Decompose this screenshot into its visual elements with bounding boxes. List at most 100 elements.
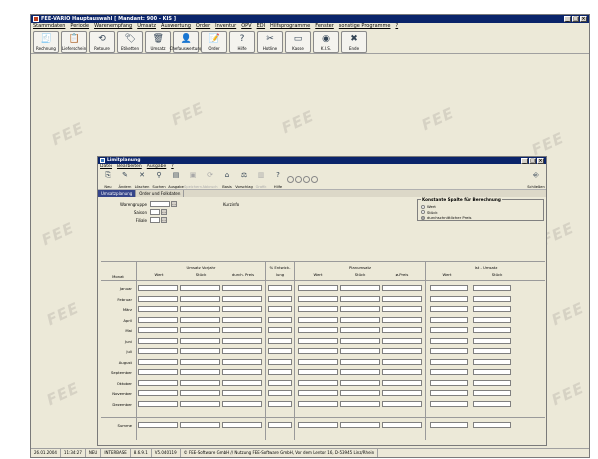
month-juli-cell[interactable] (340, 348, 380, 354)
hilfe-button[interactable]: ? Hilfe (270, 171, 286, 189)
month-dezember-cell[interactable] (382, 400, 422, 407)
month-august-cell[interactable] (298, 358, 338, 365)
month-november-cell[interactable] (340, 390, 380, 396)
menu-[interactable]: ? (395, 23, 398, 30)
month-marz-cell[interactable] (298, 306, 338, 312)
month-juni-cell[interactable] (473, 337, 511, 344)
sum-cell[interactable] (268, 422, 292, 428)
month-november-cell[interactable] (430, 390, 468, 396)
menu-order[interactable]: Order (196, 23, 210, 30)
sum-cell[interactable] (473, 422, 511, 428)
month-januar-cell[interactable] (268, 285, 292, 291)
month-september-cell[interactable] (222, 369, 262, 375)
month-dezember-cell[interactable] (430, 400, 468, 407)
menu-hilfsprogramme[interactable]: Hilfsprogramme (270, 23, 310, 30)
retoure-button[interactable]: ⟲ Retoure (89, 31, 115, 53)
tab-umsatzplanung[interactable]: Umsatzplanung (98, 190, 137, 197)
child-minimize-button[interactable]: _ (521, 157, 528, 164)
month-november-cell[interactable] (473, 390, 511, 396)
month-august-cell[interactable] (180, 358, 220, 365)
month-mai-cell[interactable] (298, 327, 338, 333)
month-juni-cell[interactable] (268, 337, 292, 344)
menu-sonstige-programme[interactable]: sonstige Programme (339, 23, 391, 30)
month-juni-cell[interactable] (340, 337, 380, 344)
andern-button[interactable]: ✎ Ändern (117, 171, 133, 189)
sum-cell[interactable] (180, 422, 220, 428)
month-oktober-cell[interactable] (340, 379, 380, 386)
month-marz-cell[interactable] (138, 306, 178, 312)
month-juni-cell[interactable] (382, 337, 422, 344)
menu-umsatz[interactable]: Umsatz (137, 23, 156, 30)
tab-order-und-folkdaten[interactable]: Order und Folkdaten (136, 190, 185, 197)
sum-cell[interactable] (138, 422, 178, 428)
month-februar-cell[interactable] (222, 295, 262, 302)
month-mai-cell[interactable] (222, 327, 262, 333)
month-juli-cell[interactable] (473, 348, 511, 354)
vorschlag-button[interactable]: ⚖ Vorschlag (235, 171, 252, 189)
month-juni-cell[interactable] (430, 337, 468, 344)
month-august-cell[interactable] (138, 358, 178, 365)
chefauswertung-button[interactable]: 👤 Chefauswertung (170, 31, 202, 53)
month-dezember-cell[interactable] (268, 400, 292, 407)
month-februar-cell[interactable] (268, 295, 292, 302)
month-august-cell[interactable] (382, 358, 422, 365)
hotline-button[interactable]: ✂ Hotline (257, 31, 283, 53)
menu-fenster[interactable]: Fenster (315, 23, 334, 30)
neu-button[interactable]: ⎘ Neu (100, 171, 116, 189)
month-november-cell[interactable] (298, 390, 338, 396)
month-mai-cell[interactable] (268, 327, 292, 333)
kasse-button[interactable]: ▭ Kasse (285, 31, 311, 53)
grafik-button[interactable]: ▥ Grafik (253, 171, 269, 189)
basis-button[interactable]: ⌂ Basis (219, 171, 235, 189)
month-september-cell[interactable] (430, 369, 468, 375)
month-februar-cell[interactable] (430, 295, 468, 302)
suchen-button[interactable]: ⚲ Suchen (151, 171, 167, 189)
nav-previous-icon[interactable] (295, 176, 302, 183)
month-april-cell[interactable] (382, 316, 422, 323)
month-oktober-cell[interactable] (473, 379, 511, 386)
filiale-dropdown[interactable]: … (161, 217, 167, 223)
month-januar-cell[interactable] (222, 285, 262, 291)
month-oktober-cell[interactable] (382, 379, 422, 386)
month-juli-cell[interactable] (298, 348, 338, 354)
rechnung-button[interactable]: 🧾 Rechnung (33, 31, 59, 53)
etiketten-button[interactable]: 🏷 Etiketten (117, 31, 143, 53)
menu-warenempfang[interactable]: Warenempfang (94, 23, 132, 30)
warengruppe-input[interactable] (150, 201, 170, 207)
month-april-cell[interactable] (430, 316, 468, 323)
month-februar-cell[interactable] (298, 295, 338, 302)
month-september-cell[interactable] (382, 369, 422, 375)
month-juli-cell[interactable] (268, 348, 292, 354)
close-button[interactable]: × (580, 16, 587, 22)
month-juni-cell[interactable] (298, 337, 338, 344)
month-april-cell[interactable] (473, 316, 511, 323)
radio-durchschnittlicher-preis[interactable]: durchschnittlicher Preis (421, 215, 471, 220)
filiale-input[interactable] (150, 217, 160, 223)
sum-cell[interactable] (430, 422, 468, 428)
sum-cell[interactable] (382, 422, 422, 428)
menu-opv[interactable]: OPV (241, 23, 251, 30)
menu-edi[interactable]: EDI (257, 23, 265, 30)
warengruppe-dropdown[interactable]: … (171, 201, 177, 207)
nav-first-icon[interactable] (287, 176, 294, 183)
month-juli-cell[interactable] (138, 348, 178, 354)
month-marz-cell[interactable] (430, 306, 468, 312)
order-button[interactable]: 📝 Order (201, 31, 227, 53)
month-mai-cell[interactable] (340, 327, 380, 333)
month-februar-cell[interactable] (138, 295, 178, 302)
month-juni-cell[interactable] (222, 337, 262, 344)
month-marz-cell[interactable] (222, 306, 262, 312)
month-juni-cell[interactable] (180, 337, 220, 344)
month-september-cell[interactable] (180, 369, 220, 375)
sum-cell[interactable] (222, 422, 262, 428)
month-juli-cell[interactable] (430, 348, 468, 354)
month-oktober-cell[interactable] (222, 379, 262, 386)
menu-auswertung[interactable]: Auswertung (161, 23, 191, 30)
month-april-cell[interactable] (180, 316, 220, 323)
month-april-cell[interactable] (298, 316, 338, 323)
ausgabe-button[interactable]: ▤ Ausgabe (168, 171, 184, 189)
month-februar-cell[interactable] (382, 295, 422, 302)
nav-next-icon[interactable] (303, 176, 310, 183)
month-marz-cell[interactable] (382, 306, 422, 312)
month-august-cell[interactable] (430, 358, 468, 365)
